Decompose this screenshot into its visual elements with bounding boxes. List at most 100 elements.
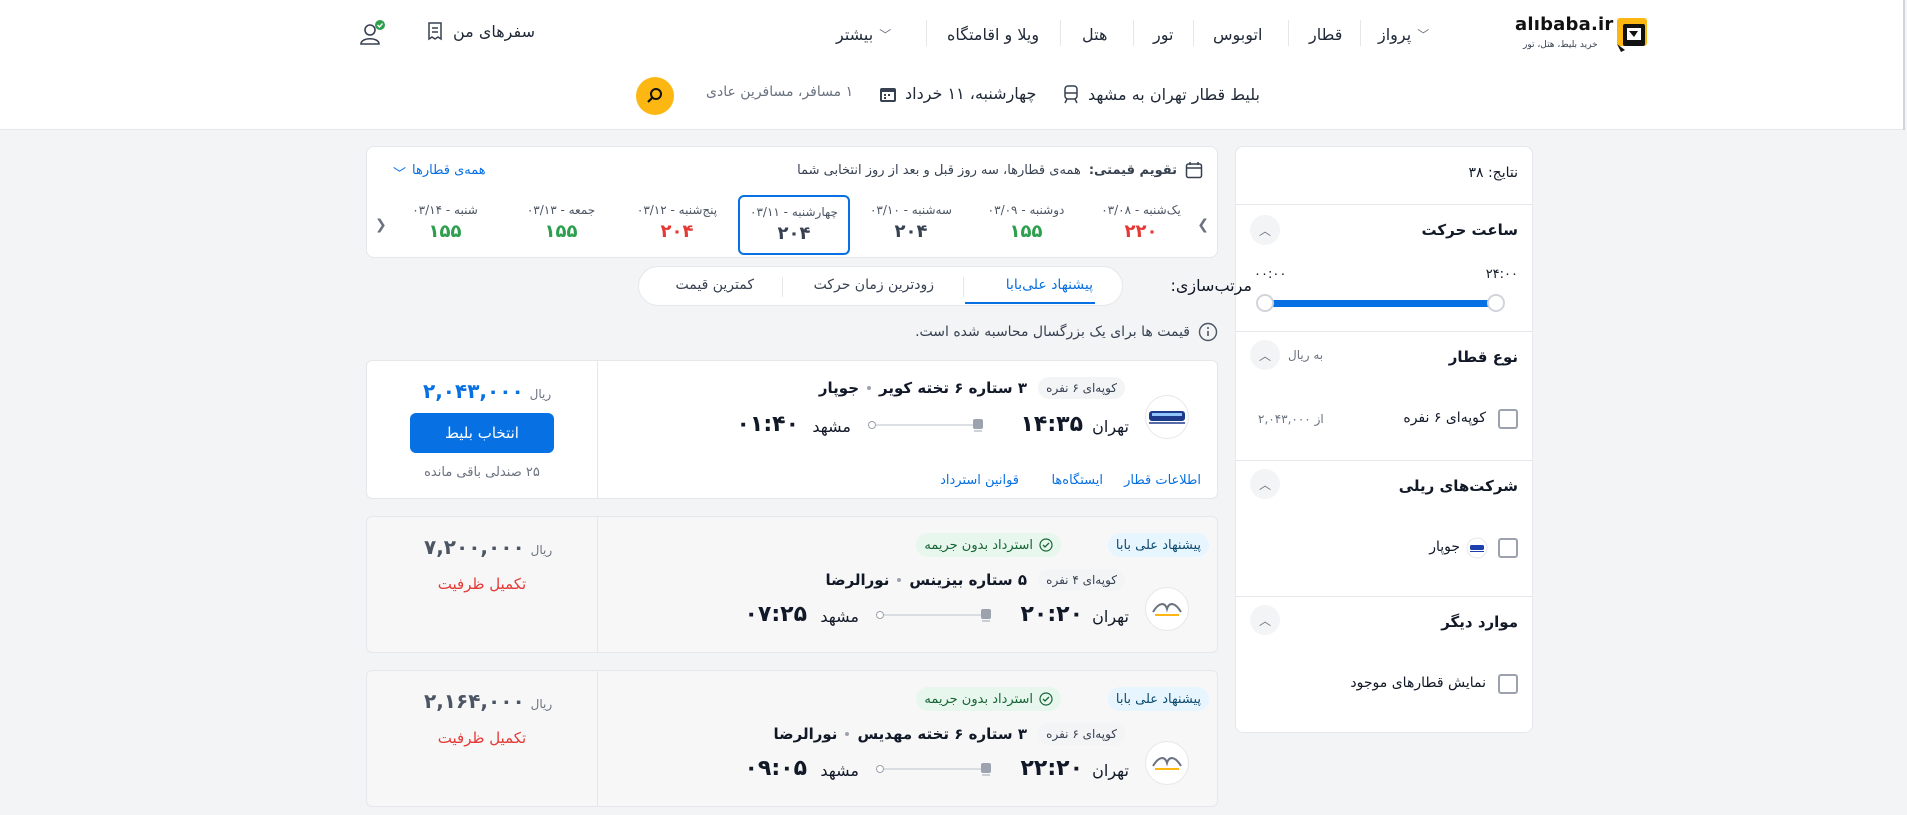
coupe-6-price: از ۲,۰۴۳,۰۰۰ bbox=[1258, 412, 1324, 426]
calendar-title-text: همه‌ی قطارها، سه روز قبل و بعد از روز ان… bbox=[797, 162, 1081, 178]
capacity-full-label: تکمیل ظرفیت bbox=[437, 575, 527, 593]
alibaba-offer-badge: پیشنهاد علی بابا bbox=[1107, 687, 1209, 711]
slider-max-handle[interactable] bbox=[1487, 294, 1505, 312]
nav-flight[interactable]: ﹀ پرواز bbox=[1378, 22, 1435, 46]
select-ticket-button[interactable]: انتخاب بلیط bbox=[410, 413, 554, 453]
train-company: جوپار bbox=[818, 379, 860, 397]
filter-train-type: نوع قطار به ریال ︿ کوپه‌ای ۶ نفره از ۲,۰… bbox=[1236, 331, 1532, 459]
calendar-day[interactable]: دوشنبه - ۰۳/۰۹ ۱۵۵ bbox=[970, 195, 1082, 255]
destination-city: مشهد bbox=[812, 417, 851, 436]
link-refund-rules[interactable]: قوانین استرداد bbox=[940, 473, 1019, 488]
calendar-next-arrow[interactable]: ❮ bbox=[375, 217, 387, 233]
time-max-label: ۲۴:۰۰ bbox=[1485, 267, 1518, 282]
top-header: alıbaba.ir خرید بلیط، هتل، تور ﹀ پرواز ق… bbox=[0, 0, 1905, 130]
my-trips-label: سفرهای من bbox=[453, 21, 535, 41]
calendar-day-price: ۲۰۴ bbox=[660, 221, 694, 242]
receipt-icon bbox=[428, 22, 442, 41]
logo-subtitle: خرید بلیط، هتل، تور bbox=[1523, 40, 1598, 50]
time-min-label: ۰۰:۰۰ bbox=[1254, 267, 1287, 282]
calendar-day[interactable]: شنبه - ۰۳/۱۴ ۱۵۵ bbox=[389, 195, 501, 255]
nav-tour[interactable]: تور bbox=[1153, 22, 1173, 46]
refund-badge: استرداد بدون جریمه bbox=[916, 687, 1061, 711]
nav-divider bbox=[1288, 20, 1289, 46]
chevron-up-icon[interactable]: ︿ bbox=[1250, 605, 1280, 635]
train-info: ۳ ستاره ۶ تخته مهدیس نورالرضا bbox=[774, 725, 1027, 743]
price-amount: ۲,۰۴۳,۰۰۰ bbox=[423, 379, 524, 403]
coupe-badge: کوپه‌ای ۶ نفره bbox=[1038, 377, 1125, 399]
other-title: موارد دیگر bbox=[1441, 613, 1518, 631]
calendar-day[interactable]: جمعه - ۰۳/۱۳ ۱۵۵ bbox=[505, 195, 617, 255]
departure-time: ۲۰:۲۰ bbox=[1020, 602, 1083, 627]
ticket-card: پیشنهاد علی بابا استرداد بدون جریمه کوپه… bbox=[366, 516, 1218, 653]
filter-depart-time: ساعت حرکت ︿ ۲۴:۰۰ ۰۰:۰۰ bbox=[1236, 204, 1532, 330]
calendar-day-label: دوشنبه - ۰۳/۰۹ bbox=[987, 203, 1065, 217]
price-amount: ۷,۲۰۰,۰۰۰ bbox=[424, 535, 525, 559]
sort-bar: پیشنهاد علی‌بابا زودترین زمان حرکت کمتری… bbox=[638, 266, 1123, 306]
sort-earliest-departure[interactable]: زودترین زمان حرکت bbox=[814, 277, 934, 293]
scrollbar[interactable] bbox=[1903, 0, 1905, 130]
link-train-info[interactable]: اطلاعات قطار bbox=[1124, 473, 1201, 488]
ticket-card: پیشنهاد علی بابا استرداد بدون جریمه کوپه… bbox=[366, 670, 1218, 807]
calendar-day-label: چهارشنبه - ۰۳/۱۱ bbox=[750, 205, 838, 219]
nav-villa[interactable]: ویلا و اقامتگاه bbox=[947, 22, 1039, 46]
price-calendar: تقویم قیمتی: همه‌ی قطارها، سه روز قبل و … bbox=[366, 146, 1218, 258]
origin-city: تهران bbox=[1092, 417, 1129, 436]
price-amount: ۲,۱۶۴,۰۰۰ bbox=[424, 689, 525, 713]
route-line bbox=[868, 419, 983, 432]
refund-badge-label: استرداد بدون جریمه bbox=[924, 537, 1033, 553]
search-passengers[interactable]: ۱ مسافر، مسافرین عادی bbox=[706, 84, 853, 100]
nav-divider bbox=[926, 20, 927, 46]
checkbox-joopar[interactable] bbox=[1498, 538, 1518, 558]
nav-bus[interactable]: اتوبوس bbox=[1213, 22, 1262, 46]
logo-badge-icon bbox=[1617, 18, 1647, 52]
calendar-day[interactable]: سه‌شنبه - ۰۳/۱۰ ۲۰۴ bbox=[855, 195, 967, 255]
search-date[interactable]: چهارشنبه، ۱۱ خرداد bbox=[879, 84, 1036, 103]
sort-lowest-price[interactable]: کمترین قیمت bbox=[676, 277, 754, 293]
checkbox-available-trains[interactable] bbox=[1498, 674, 1518, 694]
nav-train[interactable]: قطار bbox=[1309, 22, 1342, 46]
search-button[interactable] bbox=[636, 77, 674, 115]
calendar-day[interactable]: یک‌شنبه - ۰۳/۰۸ ۲۲۰ bbox=[1085, 195, 1197, 255]
filter-other: موارد دیگر ︿ نمایش قطارهای موجود bbox=[1236, 596, 1532, 733]
nav-bus-label: اتوبوس bbox=[1213, 24, 1263, 44]
calendar-day-price: ۲۰۴ bbox=[777, 223, 811, 244]
calendar-day-price: ۲۲۰ bbox=[1124, 221, 1158, 242]
all-trains-label: همه‌ی قطارها bbox=[412, 163, 486, 178]
calendar-day-label: پنج‌شنبه - ۰۳/۱۲ bbox=[636, 203, 718, 217]
train-company-logo-icon bbox=[1149, 411, 1185, 424]
nav-hotel[interactable]: هتل bbox=[1082, 22, 1107, 46]
calendar-prev-arrow[interactable]: ❯ bbox=[1197, 217, 1209, 233]
joopar-label: جوپار bbox=[1429, 539, 1460, 555]
calendar-day[interactable]: پنج‌شنبه - ۰۳/۱۲ ۲۰۴ bbox=[621, 195, 733, 255]
calendar-title: تقویم قیمتی: همه‌ی قطارها، سه روز قبل و … bbox=[797, 161, 1203, 179]
calendar-title-bold: تقویم قیمتی: bbox=[1088, 162, 1177, 178]
link-stations[interactable]: ایستگاه‌ها bbox=[1051, 473, 1103, 488]
sort-alibaba-suggestion[interactable]: پیشنهاد علی‌بابا bbox=[1006, 277, 1093, 293]
calendar-day-price: ۲۰۴ bbox=[894, 221, 928, 242]
user-account-button[interactable] bbox=[357, 20, 387, 48]
train-company-logo-icon bbox=[1152, 603, 1182, 616]
price-note: قیمت ها برای یک بزرگسال محاسبه شده است. bbox=[915, 322, 1218, 342]
search-passengers-label: ۱ مسافر، مسافرین عادی bbox=[706, 84, 854, 100]
calendar-day-label: شنبه - ۰۳/۱۴ bbox=[412, 203, 478, 217]
slider-min-handle[interactable] bbox=[1256, 294, 1274, 312]
my-trips-button[interactable]: سفرهای من bbox=[425, 21, 535, 41]
ticket-price: ریال ۲,۱۶۴,۰۰۰ bbox=[424, 689, 552, 713]
chevron-down-icon: ﹀ bbox=[879, 27, 892, 42]
calendar-day[interactable]: چهارشنبه - ۰۳/۱۱ ۲۰۴ bbox=[738, 195, 850, 255]
nav-train-label: قطار bbox=[1309, 24, 1343, 44]
chevron-up-icon[interactable]: ︿ bbox=[1250, 469, 1280, 499]
search-route[interactable]: بلیط قطار تهران به مشهد bbox=[1062, 84, 1260, 104]
calendar-day-label: یک‌شنبه - ۰۳/۰۸ bbox=[1101, 203, 1181, 217]
nav-hotel-label: هتل bbox=[1082, 24, 1108, 44]
nav-more-label: بیشتر bbox=[836, 24, 874, 44]
checkbox-coupe-6[interactable] bbox=[1498, 409, 1518, 429]
nav-more[interactable]: ﹀ بیشتر bbox=[836, 22, 897, 46]
chevron-up-icon[interactable]: ︿ bbox=[1250, 340, 1280, 370]
dot-separator bbox=[867, 386, 872, 390]
chevron-up-icon[interactable]: ︿ bbox=[1250, 215, 1280, 245]
time-range-slider[interactable] bbox=[1264, 300, 1497, 307]
all-trains-dropdown[interactable]: همه‌ی قطارها ﹀ bbox=[393, 163, 486, 182]
search-icon bbox=[647, 88, 662, 103]
alibaba-logo[interactable]: alıbaba.ir خرید بلیط، هتل، تور bbox=[1515, 14, 1655, 54]
